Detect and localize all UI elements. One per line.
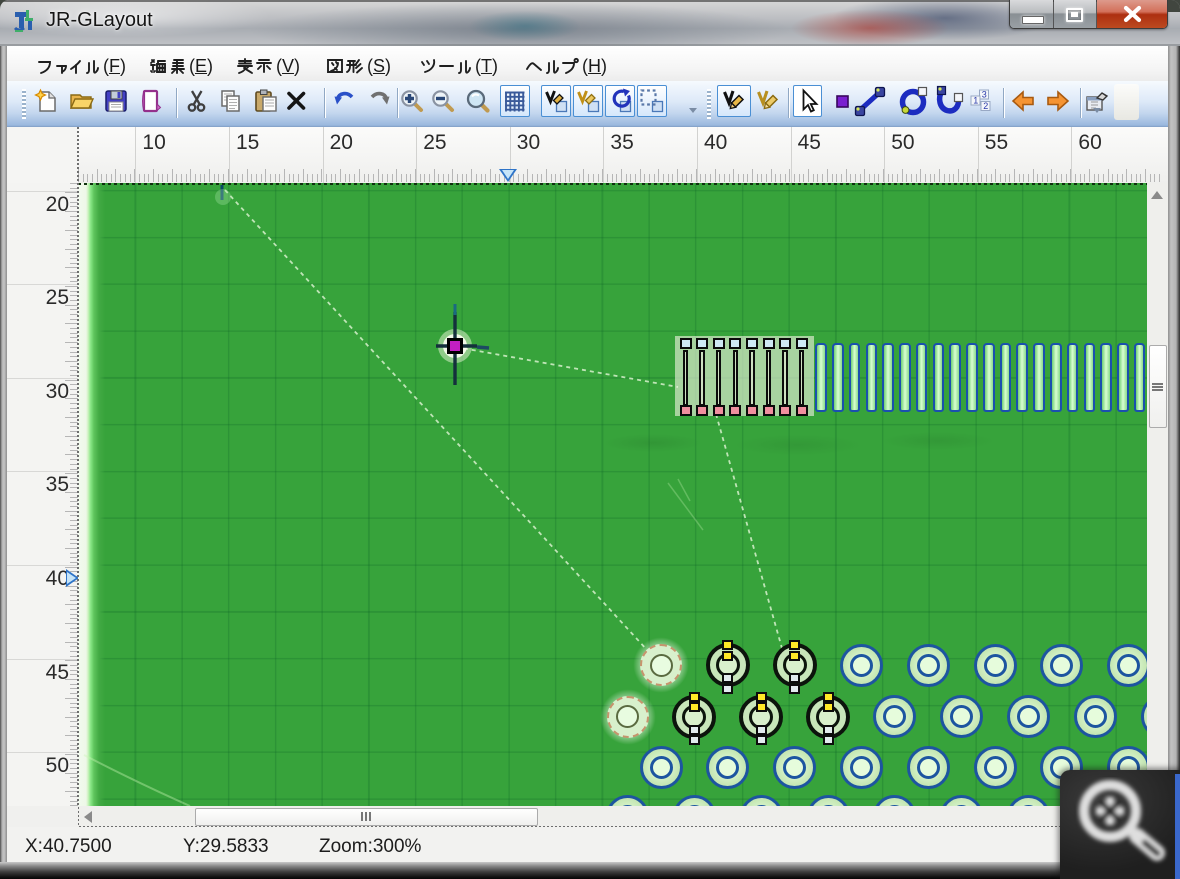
- svg-text:2: 2: [983, 101, 988, 111]
- svg-text:3: 3: [981, 90, 986, 100]
- svg-text:1: 1: [973, 96, 978, 106]
